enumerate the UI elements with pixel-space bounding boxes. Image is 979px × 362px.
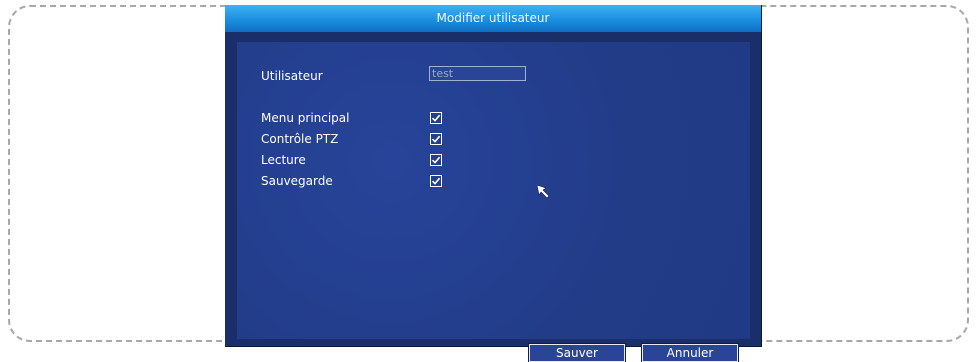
user-field[interactable]: test	[429, 66, 526, 81]
perm-ptz-label: Contrôle PTZ	[261, 132, 339, 146]
checkmark-icon	[431, 177, 441, 185]
perm-main-menu-label: Menu principal	[261, 111, 350, 125]
perm-backup-label: Sauvegarde	[261, 174, 333, 188]
checkmark-icon	[431, 156, 441, 164]
save-button[interactable]: Sauver	[528, 343, 626, 362]
checkmark-icon	[431, 135, 441, 143]
perm-backup-checkbox[interactable]	[430, 175, 442, 187]
modify-user-dialog: Modifier utilisateur Utilisateur test Me…	[225, 5, 762, 362]
perm-playback-label: Lecture	[261, 153, 306, 167]
perm-ptz-checkbox[interactable]	[430, 133, 442, 145]
cancel-button[interactable]: Annuler	[641, 343, 739, 362]
perm-playback-checkbox[interactable]	[430, 154, 442, 166]
dialog-panel: Utilisateur test Menu principal Contrôle…	[237, 42, 750, 362]
dialog-title: Modifier utilisateur	[225, 5, 761, 32]
perm-main-menu-checkbox[interactable]	[430, 112, 442, 124]
mouse-pointer-icon	[537, 185, 550, 199]
checkmark-icon	[431, 114, 441, 122]
user-label: Utilisateur	[261, 69, 323, 83]
